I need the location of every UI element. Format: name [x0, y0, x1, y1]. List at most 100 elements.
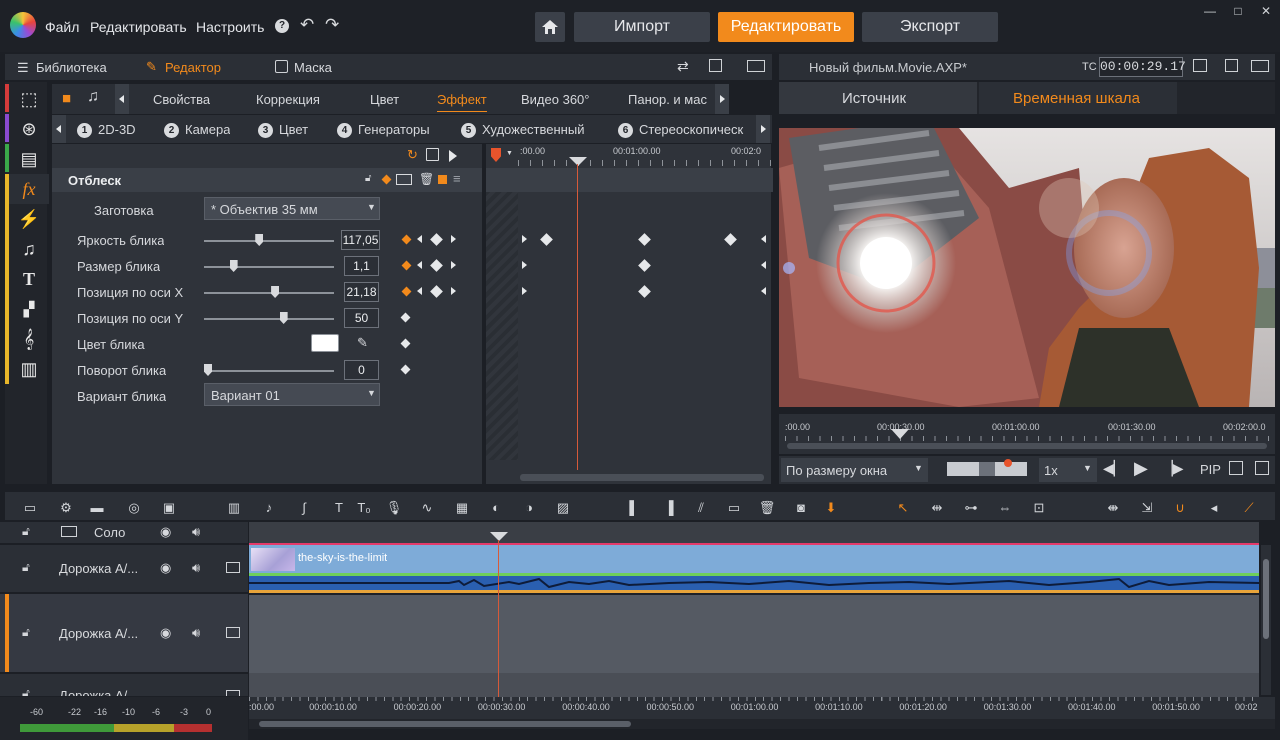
lock-icon[interactable]: 🔓︎ — [22, 625, 30, 640]
timeline-vscroll[interactable] — [1261, 545, 1271, 695]
tab-correction[interactable]: Коррекция — [256, 92, 320, 107]
minimize-icon[interactable]: — — [1203, 4, 1217, 18]
cat-2d3d[interactable]: 1 2D-3D — [77, 122, 136, 138]
keyframe[interactable] — [638, 259, 651, 272]
ripple-icon[interactable]: ⇹ — [928, 499, 946, 517]
tabs-next-button[interactable] — [715, 84, 729, 114]
keyframe-add-icon[interactable] — [400, 338, 411, 349]
tab-color[interactable]: Цвет — [370, 92, 399, 107]
music-note-icon[interactable]: ♫ — [87, 88, 99, 106]
tab-editor[interactable]: Редактор — [165, 60, 221, 75]
close-icon[interactable]: ✕ — [1259, 4, 1273, 18]
title-icon[interactable]: T — [9, 264, 49, 294]
param-value-field[interactable]: 21,18 — [344, 282, 379, 302]
snapshot-icon[interactable]: ▣ — [160, 499, 178, 517]
prev-keyframe-icon[interactable] — [417, 261, 422, 269]
motion-icon[interactable]: ▨ — [554, 499, 572, 517]
tab-timeline[interactable]: Временная шкала — [979, 82, 1177, 114]
shuttle-control[interactable] — [947, 462, 1027, 476]
scorefitter-icon[interactable]: ∫ — [295, 499, 313, 517]
speaker-icon[interactable]: 🔊︎ — [192, 625, 200, 641]
keyframe[interactable] — [638, 233, 651, 246]
tab-library[interactable]: Библиотека — [36, 60, 107, 75]
piano-icon[interactable]: ▥ — [9, 354, 49, 384]
storyboard-icon[interactable]: ▭ — [21, 499, 39, 517]
timecode-display[interactable]: 00:00:29.17 — [1099, 57, 1186, 77]
param-value-field[interactable]: 50 — [344, 308, 379, 328]
crop-tool-icon[interactable]: ⊡ — [1030, 499, 1048, 517]
menu-icon[interactable]: ≡ — [453, 171, 461, 186]
trim-icon[interactable]: ▐ — [660, 499, 678, 517]
audio-ducking-icon[interactable]: ∿ — [418, 499, 436, 517]
export-button[interactable]: Экспорт — [862, 12, 998, 42]
tab-video360[interactable]: Видео 360° — [521, 92, 589, 107]
voiceover-icon[interactable]: 🎙︎ — [385, 499, 403, 517]
timeline-vscroll-thumb[interactable] — [1263, 559, 1269, 639]
color-tag-icon[interactable] — [438, 175, 447, 184]
menu-edit[interactable]: Редактировать — [90, 19, 187, 35]
popout-icon[interactable] — [709, 59, 722, 72]
cat-color[interactable]: 3 Цвет — [258, 122, 308, 138]
cat-stereoscopic[interactable]: 6 Стереоскопическ — [618, 122, 752, 138]
music-icon[interactable]: ♫ — [9, 234, 49, 264]
zoom-fit-icon[interactable]: ⇼ — [1104, 499, 1122, 517]
tab-source[interactable]: Источник — [779, 82, 977, 114]
param-slider[interactable] — [204, 266, 334, 268]
cat-generators[interactable]: 4 Генераторы — [337, 122, 430, 138]
next-keyframe-icon[interactable] — [451, 261, 456, 269]
tab-properties[interactable]: Свойства — [153, 92, 210, 107]
marker-tool-icon[interactable]: ⬇ — [822, 499, 840, 517]
param-value-field[interactable]: 117,05 — [341, 230, 380, 250]
keyframe[interactable] — [724, 233, 737, 246]
menu-file[interactable]: Файл — [45, 19, 79, 35]
keyframe-add-icon[interactable] — [400, 364, 411, 375]
track-name[interactable]: Дорожка А/... — [59, 688, 151, 696]
preview-playhead[interactable] — [891, 429, 909, 439]
keyframe-add-icon[interactable] — [401, 286, 412, 297]
save-preset-icon[interactable] — [426, 148, 439, 161]
keyframe-add-icon[interactable] — [400, 312, 411, 323]
keyframe-icon[interactable] — [430, 233, 443, 246]
keyframe[interactable] — [638, 285, 651, 298]
preview-popout-icon[interactable] — [1225, 59, 1238, 72]
eye-icon[interactable]: ◉ — [160, 560, 171, 576]
tabs-prev-button[interactable] — [115, 84, 129, 114]
montage-icon[interactable]: ▞ — [9, 294, 49, 324]
trash-icon[interactable]: 🗑︎ — [758, 499, 776, 517]
track-height-icon[interactable]: ▬ — [88, 499, 106, 517]
kf-scrollbar[interactable] — [520, 474, 764, 481]
track-name[interactable]: Дорожка А/... — [59, 626, 151, 641]
cats-prev-button[interactable] — [52, 115, 66, 143]
wand-icon[interactable]: ⟋ — [1240, 499, 1258, 517]
track-name[interactable]: Дорожка А/... — [59, 561, 151, 576]
param-slider[interactable] — [204, 292, 334, 294]
split-icon[interactable]: ▌ — [625, 499, 643, 517]
fit-dropdown[interactable]: По размеру окна ▼ — [781, 458, 928, 482]
menu-settings[interactable]: Настроить — [196, 19, 264, 35]
preview-scrubber[interactable] — [787, 443, 1267, 449]
title-tool-icon[interactable]: T — [330, 499, 348, 517]
snap-icon[interactable]: ⇲ — [1138, 499, 1156, 517]
disc-icon[interactable]: ◎ — [125, 499, 143, 517]
speed-dropdown[interactable]: 1x ▼ — [1039, 458, 1097, 482]
shuttle-knob[interactable] — [1004, 459, 1012, 467]
video-clip[interactable]: the-sky-is-the-limit — [249, 545, 1259, 573]
marker-icon[interactable] — [491, 148, 501, 162]
subtitle-icon[interactable]: T₀ — [355, 499, 373, 517]
pointer-icon[interactable]: ↖ — [894, 499, 912, 517]
track-monitor-icon[interactable] — [226, 627, 240, 638]
razor-icon[interactable]: ⫽ — [692, 499, 710, 517]
keyframe-toggle-icon[interactable] — [381, 174, 392, 185]
audio-scrub-icon[interactable]: ◂ — [1205, 499, 1223, 517]
lock-icon[interactable]: 🔓︎ — [22, 524, 30, 539]
param-slider[interactable] — [204, 318, 334, 320]
lock-icon[interactable]: 🔓︎ — [22, 686, 30, 696]
compare-icon[interactable] — [396, 174, 412, 185]
play-effect-icon[interactable] — [449, 150, 457, 162]
stack-icon[interactable]: ▤ — [9, 144, 49, 174]
video-preview[interactable] — [779, 128, 1275, 407]
slider-thumb[interactable] — [279, 312, 288, 324]
camera-icon[interactable]: ◙ — [792, 499, 810, 517]
empty-lane-3[interactable] — [249, 673, 1259, 697]
slider-thumb[interactable] — [255, 234, 264, 246]
